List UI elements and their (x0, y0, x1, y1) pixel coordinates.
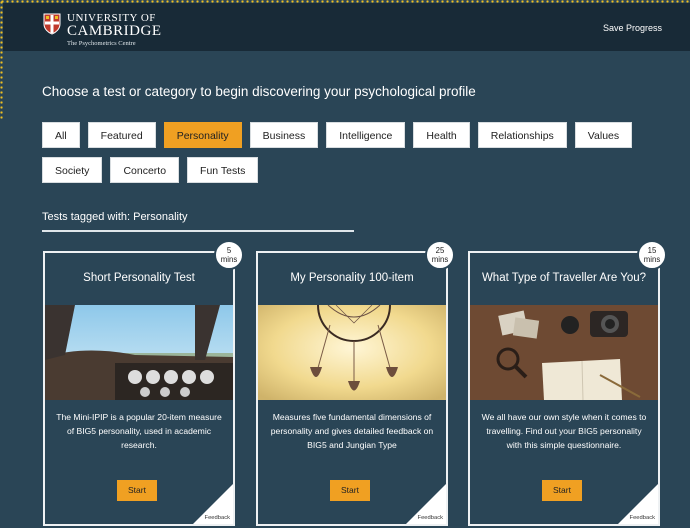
duration-badge: 5 mins (214, 240, 244, 270)
test-card-short-personality[interactable]: Short Personality Test The Mini-IPIP is … (43, 251, 235, 526)
duration-unit: mins (220, 254, 238, 264)
filter-concerto[interactable]: Concerto (110, 157, 180, 183)
site-header: UNIVERSITY OF CAMBRIDGE The Psychometric… (3, 3, 690, 51)
filter-featured[interactable]: Featured (87, 122, 156, 148)
duration-badge: 25 mins (425, 240, 455, 270)
test-card-my-personality[interactable]: My Personality 100-item Measures five fu… (256, 251, 448, 526)
start-button[interactable]: Start (542, 480, 582, 501)
filter-fun-tests[interactable]: Fun Tests (187, 157, 259, 183)
cambridge-shield-icon (43, 13, 61, 35)
filter-society[interactable]: Society (42, 157, 103, 183)
start-button[interactable]: Start (117, 480, 157, 501)
filter-personality[interactable]: Personality (163, 122, 242, 148)
cambridge-logo[interactable]: UNIVERSITY OF CAMBRIDGE The Psychometric… (43, 13, 162, 48)
cockpit-image (45, 305, 233, 400)
filter-row-2: Society Concerto Fun Tests (42, 157, 642, 183)
feedback-link[interactable]: Feedback (630, 515, 655, 521)
feedback-link[interactable]: Feedback (205, 515, 230, 521)
card-description: Measures five fundamental dimensions of … (270, 412, 434, 450)
card-description: We all have our own style when it comes … (481, 412, 647, 450)
filter-values[interactable]: Values (574, 122, 633, 148)
category-filters: All Featured Personality Business Intell… (42, 122, 642, 192)
card-description: The Mini-IPIP is a popular 20-item measu… (56, 412, 222, 450)
tagged-heading: Tests tagged with: Personality (42, 211, 188, 223)
card-title: What Type of Traveller Are You? (481, 272, 647, 284)
filter-row-1: All Featured Personality Business Intell… (42, 122, 642, 148)
travel-desk-image (470, 305, 658, 400)
filter-intelligence[interactable]: Intelligence (326, 122, 406, 148)
start-button[interactable]: Start (330, 480, 370, 501)
dreamcatcher-image (258, 305, 446, 400)
page-headline: Choose a test or category to begin disco… (42, 84, 476, 99)
filter-health[interactable]: Health (413, 122, 470, 148)
test-card-traveller[interactable]: What Type of Traveller Are You? We all h… (468, 251, 660, 526)
duration-unit: mins (431, 254, 449, 264)
filter-all[interactable]: All (42, 122, 80, 148)
save-progress-link[interactable]: Save Progress (603, 23, 662, 33)
brand-subtitle: The Psychometrics Centre (67, 40, 136, 47)
duration-badge: 15 mins (637, 240, 667, 270)
filter-relationships[interactable]: Relationships (477, 122, 567, 148)
feedback-link[interactable]: Feedback (418, 515, 443, 521)
filter-business[interactable]: Business (249, 122, 319, 148)
brand-line-2: CAMBRIDGE (67, 23, 162, 39)
card-title: My Personality 100-item (290, 272, 414, 284)
card-title: Short Personality Test (83, 272, 195, 284)
duration-unit: mins (643, 254, 661, 264)
tagged-underline (42, 230, 354, 232)
